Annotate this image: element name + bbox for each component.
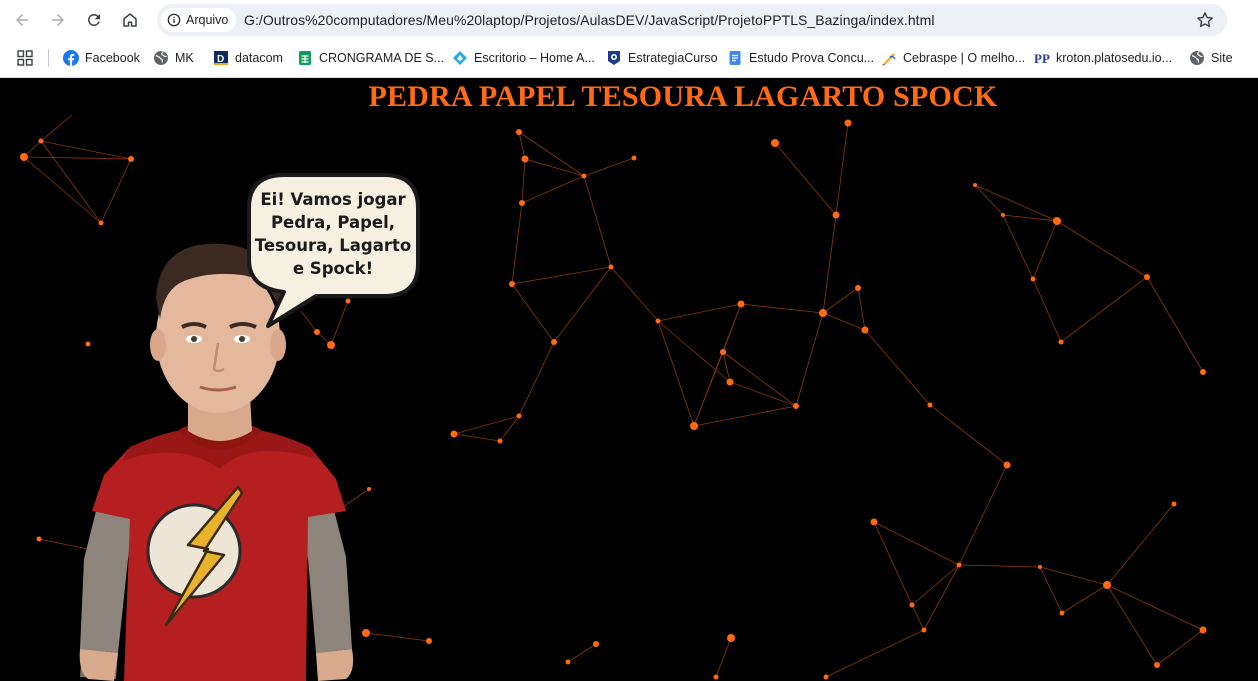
back-button[interactable] xyxy=(8,6,36,34)
bookmark-cebraspe[interactable]: Cebraspe | O melho... xyxy=(881,47,1025,69)
apps-grid-icon[interactable] xyxy=(17,50,33,66)
bookmark-label: kroton.platosedu.io... xyxy=(1056,51,1173,65)
bookmark-mk[interactable]: MK xyxy=(153,47,194,69)
svg-text:PP: PP xyxy=(1034,51,1050,66)
bookmark-label: Facebook xyxy=(85,51,140,65)
site-info-chip[interactable]: Arquivo xyxy=(161,8,237,32)
url-text[interactable]: G:/Outros%20computadores/Meu%20laptop/Pr… xyxy=(244,12,934,28)
browser-toolbar: Arquivo G:/Outros%20computadores/Meu%20l… xyxy=(0,0,1258,40)
escritorio-icon xyxy=(452,50,468,66)
bookmark-facebook[interactable]: Facebook xyxy=(63,47,140,69)
bookmark-label: Estudo Prova Concu... xyxy=(749,51,875,65)
arrow-right-icon xyxy=(52,14,64,26)
speech-line: e Spock! xyxy=(292,259,374,278)
facebook-icon xyxy=(63,50,79,66)
speech-line: Tesoura, Lagarto xyxy=(254,236,412,255)
bookmark-label: CRONGRAMA DE S... xyxy=(319,51,445,65)
reload-icon xyxy=(88,14,100,26)
page-content: PEDRA PAPEL TESOURA LAGARTO SPOCK Ei! Va… xyxy=(0,79,1258,681)
speech-line: Ei! Vamos jogar xyxy=(260,190,406,209)
bookmark-datacom[interactable]: D datacom xyxy=(213,47,283,69)
globe-icon xyxy=(153,50,169,66)
home-button[interactable] xyxy=(116,6,144,34)
bookmark-estudo[interactable]: Estudo Prova Concu... xyxy=(727,47,874,69)
bookmark-label: Site xyxy=(1211,51,1233,65)
datacom-icon: D xyxy=(213,50,229,66)
docs-icon xyxy=(727,50,743,66)
bookmark-label: datacom xyxy=(235,51,283,65)
bookmark-site[interactable]: Site xyxy=(1189,47,1233,69)
bookmark-star-icon[interactable] xyxy=(1195,10,1215,30)
bookmark-label: Escritorio – Home A... xyxy=(474,51,595,65)
page-title: PEDRA PAPEL TESOURA LAGARTO SPOCK xyxy=(368,80,998,113)
bookmark-label: MK xyxy=(175,51,194,65)
reload-button[interactable] xyxy=(80,6,108,34)
estrategia-icon xyxy=(606,50,622,66)
cebraspe-icon xyxy=(881,50,897,66)
bookmark-escritorio[interactable]: Escritorio – Home A... xyxy=(452,47,595,69)
bookmark-crongrama[interactable]: CRONGRAMA DE S... xyxy=(297,47,444,69)
arrow-left-icon xyxy=(16,14,28,26)
speech-line: Pedra, Papel, xyxy=(270,213,396,232)
sheets-icon xyxy=(297,50,313,66)
forward-button[interactable] xyxy=(44,6,72,34)
bookmarks-separator xyxy=(48,49,49,67)
address-bar[interactable]: Arquivo G:/Outros%20computadores/Meu%20l… xyxy=(157,4,1227,36)
bookmark-label: EstrategiaCurso xyxy=(628,51,718,65)
kroton-icon: PP xyxy=(1034,50,1050,66)
bookmarks-bar: Facebook MK D datacom CRONGRAMA DE S... … xyxy=(0,44,1258,72)
site-info-label: Arquivo xyxy=(186,13,229,27)
globe-icon xyxy=(1189,50,1205,66)
info-icon xyxy=(167,13,181,27)
bookmark-label: Cebraspe | O melho... xyxy=(903,51,1026,65)
speech-bubble-text: Ei! Vamos jogar Pedra, Papel, Tesoura, L… xyxy=(250,188,416,280)
bookmark-estrategia[interactable]: EstrategiaCurso xyxy=(606,47,718,69)
home-icon xyxy=(123,13,137,27)
bookmark-kroton[interactable]: PP kroton.platosedu.io... xyxy=(1034,47,1172,69)
browser-chrome: Arquivo G:/Outros%20computadores/Meu%20l… xyxy=(0,0,1258,78)
